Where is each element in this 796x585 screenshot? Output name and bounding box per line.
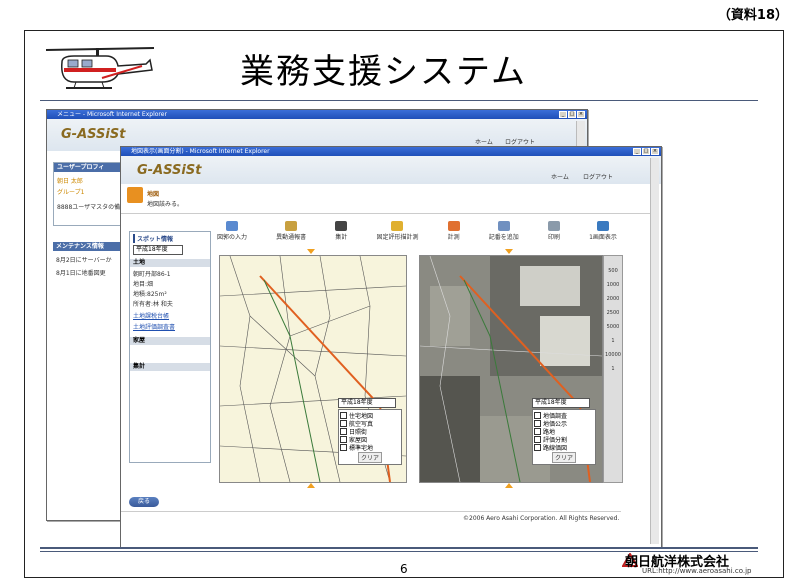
- scrollbar[interactable]: [650, 158, 659, 544]
- back-button[interactable]: 戻る: [129, 497, 159, 507]
- land-info-line: 朝町丹部86-1: [133, 271, 171, 278]
- divider: [121, 213, 651, 214]
- document-label: （資料18）: [717, 8, 788, 23]
- maintenance-item[interactable]: 8月2日にサーバーか: [56, 255, 120, 264]
- page-subheading: 地図該みる。: [147, 201, 184, 208]
- logout-link[interactable]: ログアウト: [583, 172, 613, 181]
- single-view-icon: [597, 221, 609, 231]
- scale-label[interactable]: 2000: [604, 296, 622, 302]
- map-section-icon: [127, 187, 143, 203]
- scale-label[interactable]: 5000: [604, 324, 622, 330]
- window-title: 地図表示(画面分割) - Microsoft Internet Explorer: [131, 148, 270, 155]
- shape-measure-icon: [391, 221, 404, 231]
- tool-boundary-input[interactable]: 図郭の入力: [217, 221, 247, 241]
- right-year-select[interactable]: 平成18年度: [532, 398, 590, 408]
- tool-shape-measure[interactable]: 固定評形描計測: [376, 221, 418, 241]
- app-logo: G-ASSiSt: [61, 127, 126, 142]
- user-group: グループ1: [57, 189, 85, 196]
- spot-info-panel: スポット情報 平成18年度 土地 朝町丹部86-1 地目:畑 地積:825m² …: [129, 231, 211, 463]
- maximize-icon[interactable]: □: [642, 148, 650, 155]
- divider: [40, 100, 758, 101]
- logout-link[interactable]: ログアウト: [505, 137, 535, 146]
- spot-info-header: スポット情報: [133, 234, 207, 243]
- scale-label[interactable]: 1: [604, 366, 622, 372]
- tool-measure[interactable]: 計測: [447, 221, 460, 241]
- copyright: ©2006 Aero Asahi Corporation. All Rights…: [463, 515, 620, 522]
- map-toolbar: 図郭の入力 異動通報書 集計 固定評形描計測 計測 記番を追加 印刷 1画面表示: [217, 221, 617, 241]
- app-logo: G-ASSiSt: [137, 163, 202, 178]
- slide-title: 業務支援システム: [240, 52, 527, 92]
- left-layer-panel: 平成18年度 住宅地図 航空写真 日照街 家屋図 標準宅地 クリア: [338, 398, 402, 478]
- pan-up-icon[interactable]: [307, 249, 315, 254]
- minimize-icon[interactable]: _: [559, 111, 567, 118]
- footer-divider: [40, 547, 758, 549]
- divider: [121, 511, 621, 512]
- maintenance-item[interactable]: 8月1日に地番図更: [56, 268, 120, 277]
- tool-add-marker[interactable]: 記番を追加: [489, 221, 519, 241]
- cadastral-map[interactable]: 平成18年度 住宅地図 航空写真 日照街 家屋図 標準宅地 クリア: [219, 255, 407, 483]
- page-heading: 地図: [147, 191, 160, 198]
- tool-aggregate[interactable]: 集計: [335, 221, 347, 241]
- map-window: 地図表示(画面分割) - Microsoft Internet Explorer…: [120, 146, 662, 548]
- user-profile-header: ユーザープロフィ: [54, 163, 124, 172]
- change-report-icon: [285, 221, 298, 231]
- right-layer-panel: 平成18年度 地価調査 地価公示 路地 評価分割 路線価図 クリア: [532, 398, 596, 478]
- calculator-icon: [335, 221, 348, 231]
- scale-label[interactable]: 1000: [604, 282, 622, 288]
- user-name: 朝日 太郎: [57, 178, 83, 185]
- tool-change-report[interactable]: 異動通報書: [276, 221, 306, 241]
- zoom-scale[interactable]: 500 1000 2000 2500 5000 1 10000 1: [603, 255, 623, 483]
- aerial-photo-map[interactable]: 平成18年度 地価調査 地価公示 路地 評価分割 路線価図 クリア: [419, 255, 603, 483]
- helicopter-icon: [45, 47, 155, 89]
- ruler-icon: [447, 221, 460, 231]
- page-number: 6: [400, 562, 408, 576]
- close-icon[interactable]: ×: [577, 111, 585, 118]
- minimize-icon[interactable]: _: [633, 148, 641, 155]
- maximize-icon[interactable]: □: [568, 111, 576, 118]
- pan-up-icon[interactable]: [505, 249, 513, 254]
- year-select[interactable]: 平成18年度: [133, 245, 183, 255]
- boundary-input-icon: [226, 221, 238, 231]
- scale-label[interactable]: 2500: [604, 310, 622, 316]
- land-appraisal-link[interactable]: 土地評価調査書: [133, 322, 207, 331]
- clear-button[interactable]: クリア: [358, 452, 382, 463]
- land-info-line: 所有者:林 和夫: [133, 301, 173, 308]
- window-title-bar[interactable]: メニュー - Microsoft Internet Explorer _ □ ×: [47, 110, 587, 119]
- land-label: 土地: [130, 259, 210, 267]
- land-info-line: 地積:825m²: [133, 291, 167, 298]
- pan-down-icon[interactable]: [307, 483, 315, 488]
- land-info-line: 地目:畑: [133, 281, 154, 288]
- add-marker-icon: [497, 221, 510, 231]
- tool-print[interactable]: 印刷: [547, 221, 560, 241]
- app-header: G-ASSiSt ホーム ログアウト: [121, 156, 661, 184]
- aggregate-label: 集計: [130, 363, 210, 371]
- pan-down-icon[interactable]: [505, 483, 513, 488]
- maintenance-box: メンテナンス情報 8月2日にサーバーか 8月1日に地番図更: [53, 242, 123, 282]
- window-title: メニュー - Microsoft Internet Explorer: [57, 111, 167, 118]
- home-link[interactable]: ホーム: [475, 137, 493, 146]
- scale-label[interactable]: 1: [604, 338, 622, 344]
- company-url: URL:http://www.aeroasahi.co.jp: [642, 567, 752, 575]
- window-title-bar[interactable]: 地図表示(画面分割) - Microsoft Internet Explorer…: [121, 147, 661, 156]
- user-note: 8888ユーザマスタの備す。: [57, 204, 132, 211]
- scale-label[interactable]: 500: [604, 268, 622, 274]
- printer-icon: [547, 221, 560, 231]
- scale-label[interactable]: 10000: [604, 352, 622, 358]
- home-link[interactable]: ホーム: [551, 172, 569, 181]
- left-year-select[interactable]: 平成18年度: [338, 398, 396, 408]
- tool-single-view[interactable]: 1画面表示: [589, 221, 617, 241]
- layer-checkbox[interactable]: 路線価図: [534, 443, 594, 452]
- clear-button[interactable]: クリア: [552, 452, 576, 463]
- user-profile-box: ユーザープロフィ 朝日 太郎 グループ1 8888ユーザマスタの備す。: [53, 162, 132, 226]
- layer-checkbox[interactable]: 標準宅地: [340, 443, 400, 452]
- close-icon[interactable]: ×: [651, 148, 659, 155]
- house-label: 家屋: [130, 337, 210, 345]
- land-tax-ledger-link[interactable]: 土地課税台帳: [133, 311, 207, 320]
- maintenance-header: メンテナンス情報: [53, 242, 123, 251]
